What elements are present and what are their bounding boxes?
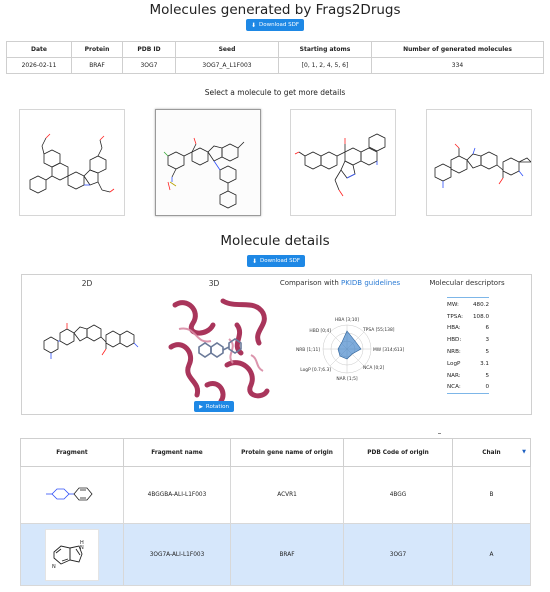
select-prompt: Select a molecule to get more details <box>204 88 346 97</box>
fragment-image-cell <box>20 466 124 524</box>
descriptors-table: MW: 480.2 TPSA: 108.0 HBA: 6 HBD: 3 NRB: 5 Lo… <box>447 299 489 393</box>
col-header-gene-name[interactable]: Protein gene name of origin <box>230 438 344 467</box>
descriptor-name: NAR: <box>447 372 461 379</box>
rotation-button[interactable]: ▶ Rotation <box>194 401 234 412</box>
molecule-details-title: Molecule details <box>220 233 330 249</box>
cell-seed: 3OG7_A_L1F003 <box>175 57 279 74</box>
tab-2d[interactable]: 2D <box>22 279 152 288</box>
cell-generated-count: 334 <box>371 57 544 74</box>
sort-arrow-icon[interactable]: ▼ <box>522 449 526 455</box>
tab-3d[interactable]: 3D <box>162 279 266 288</box>
comparison-heading: Comparison with PKIDB guidelines <box>270 279 410 287</box>
descriptor-value: 3.1 <box>480 360 489 367</box>
rotation-label: Rotation <box>205 403 229 410</box>
fragment-image-cell: H N N <box>20 523 124 586</box>
molecule-card-3[interactable] <box>290 109 396 216</box>
descriptor-name: TPSA: <box>447 313 464 320</box>
molecule-structure-image <box>294 133 386 197</box>
gene-name-cell: BRAF <box>230 523 344 586</box>
col-header-pdb-code[interactable]: PDB Code of origin <box>343 438 453 467</box>
descriptor-name: LogP <box>447 360 461 367</box>
fragment-structure-image: H N N <box>52 540 84 570</box>
cell-protein: BRAF <box>71 57 123 74</box>
cell-date: 2026-02-11 <box>6 57 72 74</box>
descriptor-value: 480.2 <box>472 301 489 308</box>
table-resize-marker <box>438 433 441 434</box>
pkidb-radar-chart: HBA [3;10] TPSA [55;138] MW [314;613] NC… <box>296 317 405 382</box>
col-header-seed: Seed <box>175 41 279 58</box>
col-header-date: Date <box>6 41 72 58</box>
download-icon: ⬇ <box>251 257 258 265</box>
molecule-card-1[interactable] <box>19 109 125 216</box>
molecule-card-2[interactable] <box>155 109 261 216</box>
run-info-table: Date Protein PDB ID Seed Starting atoms … <box>6 41 544 74</box>
descriptor-value: 6 <box>485 325 489 332</box>
fragment-name-cell: 4BGGBA-ALI-L1F003 <box>123 466 231 524</box>
download-icon: ⬇ <box>250 21 257 29</box>
descriptors-heading: Molecular descriptors <box>429 279 505 287</box>
descriptor-value: 0 <box>485 384 489 391</box>
molecule-card-4[interactable] <box>426 109 532 216</box>
radar-label-hba: HBA [3;10] <box>335 317 359 323</box>
svg-text:N: N <box>52 564 56 570</box>
cell-pdb-id: 3OG7 <box>122 57 176 74</box>
molecule-structure-image <box>163 137 245 209</box>
download-sdf-button[interactable]: ⬇ Download SDF <box>246 19 304 31</box>
descriptor-value: 3 <box>485 337 489 344</box>
col-header-fragment-name[interactable]: Fragment name <box>123 438 231 467</box>
col-header-pdb-id: PDB ID <box>122 41 176 58</box>
comparison-prefix: Comparison with <box>279 279 342 287</box>
radar-label-nca: NCA [0;2] <box>363 365 385 371</box>
radar-label-logp: LogP [0.7;6.3] <box>300 367 331 373</box>
page-title: Molecules generated by Frags2Drugs <box>149 2 401 18</box>
download-label: Download SDF <box>260 258 300 264</box>
descriptor-name: MW: <box>447 301 459 308</box>
pkidb-guidelines-link[interactable]: PKIDB guidelines <box>341 279 400 287</box>
fragment-name-cell: 3OG7A-ALI-L1F003 <box>123 523 231 586</box>
descriptor-name: NCA: <box>447 384 461 391</box>
descriptor-value: 108.0 <box>472 313 489 320</box>
molecule-structure-image <box>29 133 115 194</box>
radar-label-hbd: HBD [0;4] <box>309 328 331 334</box>
descriptors-box: MW: 480.2 TPSA: 108.0 HBA: 6 HBD: 3 NRB: 5 Lo… <box>447 297 489 394</box>
descriptor-name: HBD: <box>447 337 462 344</box>
download-label: Download SDF <box>259 22 299 28</box>
descriptor-value: 5 <box>485 349 489 356</box>
pdb-code-cell: 4BGG <box>343 466 453 524</box>
radar-label-mw: MW [314;613] <box>373 347 404 353</box>
col-header-fragment[interactable]: Fragment <box>20 438 124 467</box>
col-header-generated-count: Number of generated molecules <box>371 41 544 58</box>
details-download-sdf-button[interactable]: ⬇ Download SDF <box>247 255 305 267</box>
details-panel: 2D 3D Comparison with PKIDB guidelines M… <box>21 274 532 415</box>
descriptor-name: HBA: <box>447 325 461 332</box>
table-row-selected[interactable]: H N N 3OG7A-ALI-L1F003 BRAF 3OG7 A <box>20 523 531 586</box>
radar-series <box>337 330 362 360</box>
descriptor-value: 5 <box>485 372 489 379</box>
descriptor-name: NRB: <box>447 349 461 356</box>
gene-name-cell: ACVR1 <box>230 466 344 524</box>
radar-label-nar: NAR [1;5] <box>336 376 358 382</box>
col-header-starting-atoms: Starting atoms <box>278 41 372 58</box>
radar-label-nrb: NRB [1;11] <box>296 347 320 353</box>
radar-label-tpsa: TPSA [55;138] <box>362 327 395 333</box>
cell-starting-atoms: [0, 1, 2, 4, 5, 6] <box>278 57 372 74</box>
col-header-protein: Protein <box>71 41 123 58</box>
fragments-table: Fragment Fragment name Protein gene name… <box>20 438 531 586</box>
fragment-thumbnail: H N N <box>45 528 99 581</box>
table-row[interactable]: 4BGGBA-ALI-L1F003 ACVR1 4BGG B <box>20 466 531 524</box>
pdb-code-cell: 3OG7 <box>343 523 453 586</box>
col-header-chain[interactable]: Chain ▼ <box>452 438 531 467</box>
svg-text:N: N <box>80 545 84 551</box>
protein-3d-viewer[interactable] <box>167 295 271 403</box>
molecule-structure-image <box>434 143 532 188</box>
chain-cell: A <box>452 523 531 586</box>
play-icon: ▶ <box>199 403 203 410</box>
chain-cell: B <box>452 466 531 524</box>
fragment-structure-image <box>46 487 93 501</box>
molecule-2d-image <box>43 323 139 359</box>
